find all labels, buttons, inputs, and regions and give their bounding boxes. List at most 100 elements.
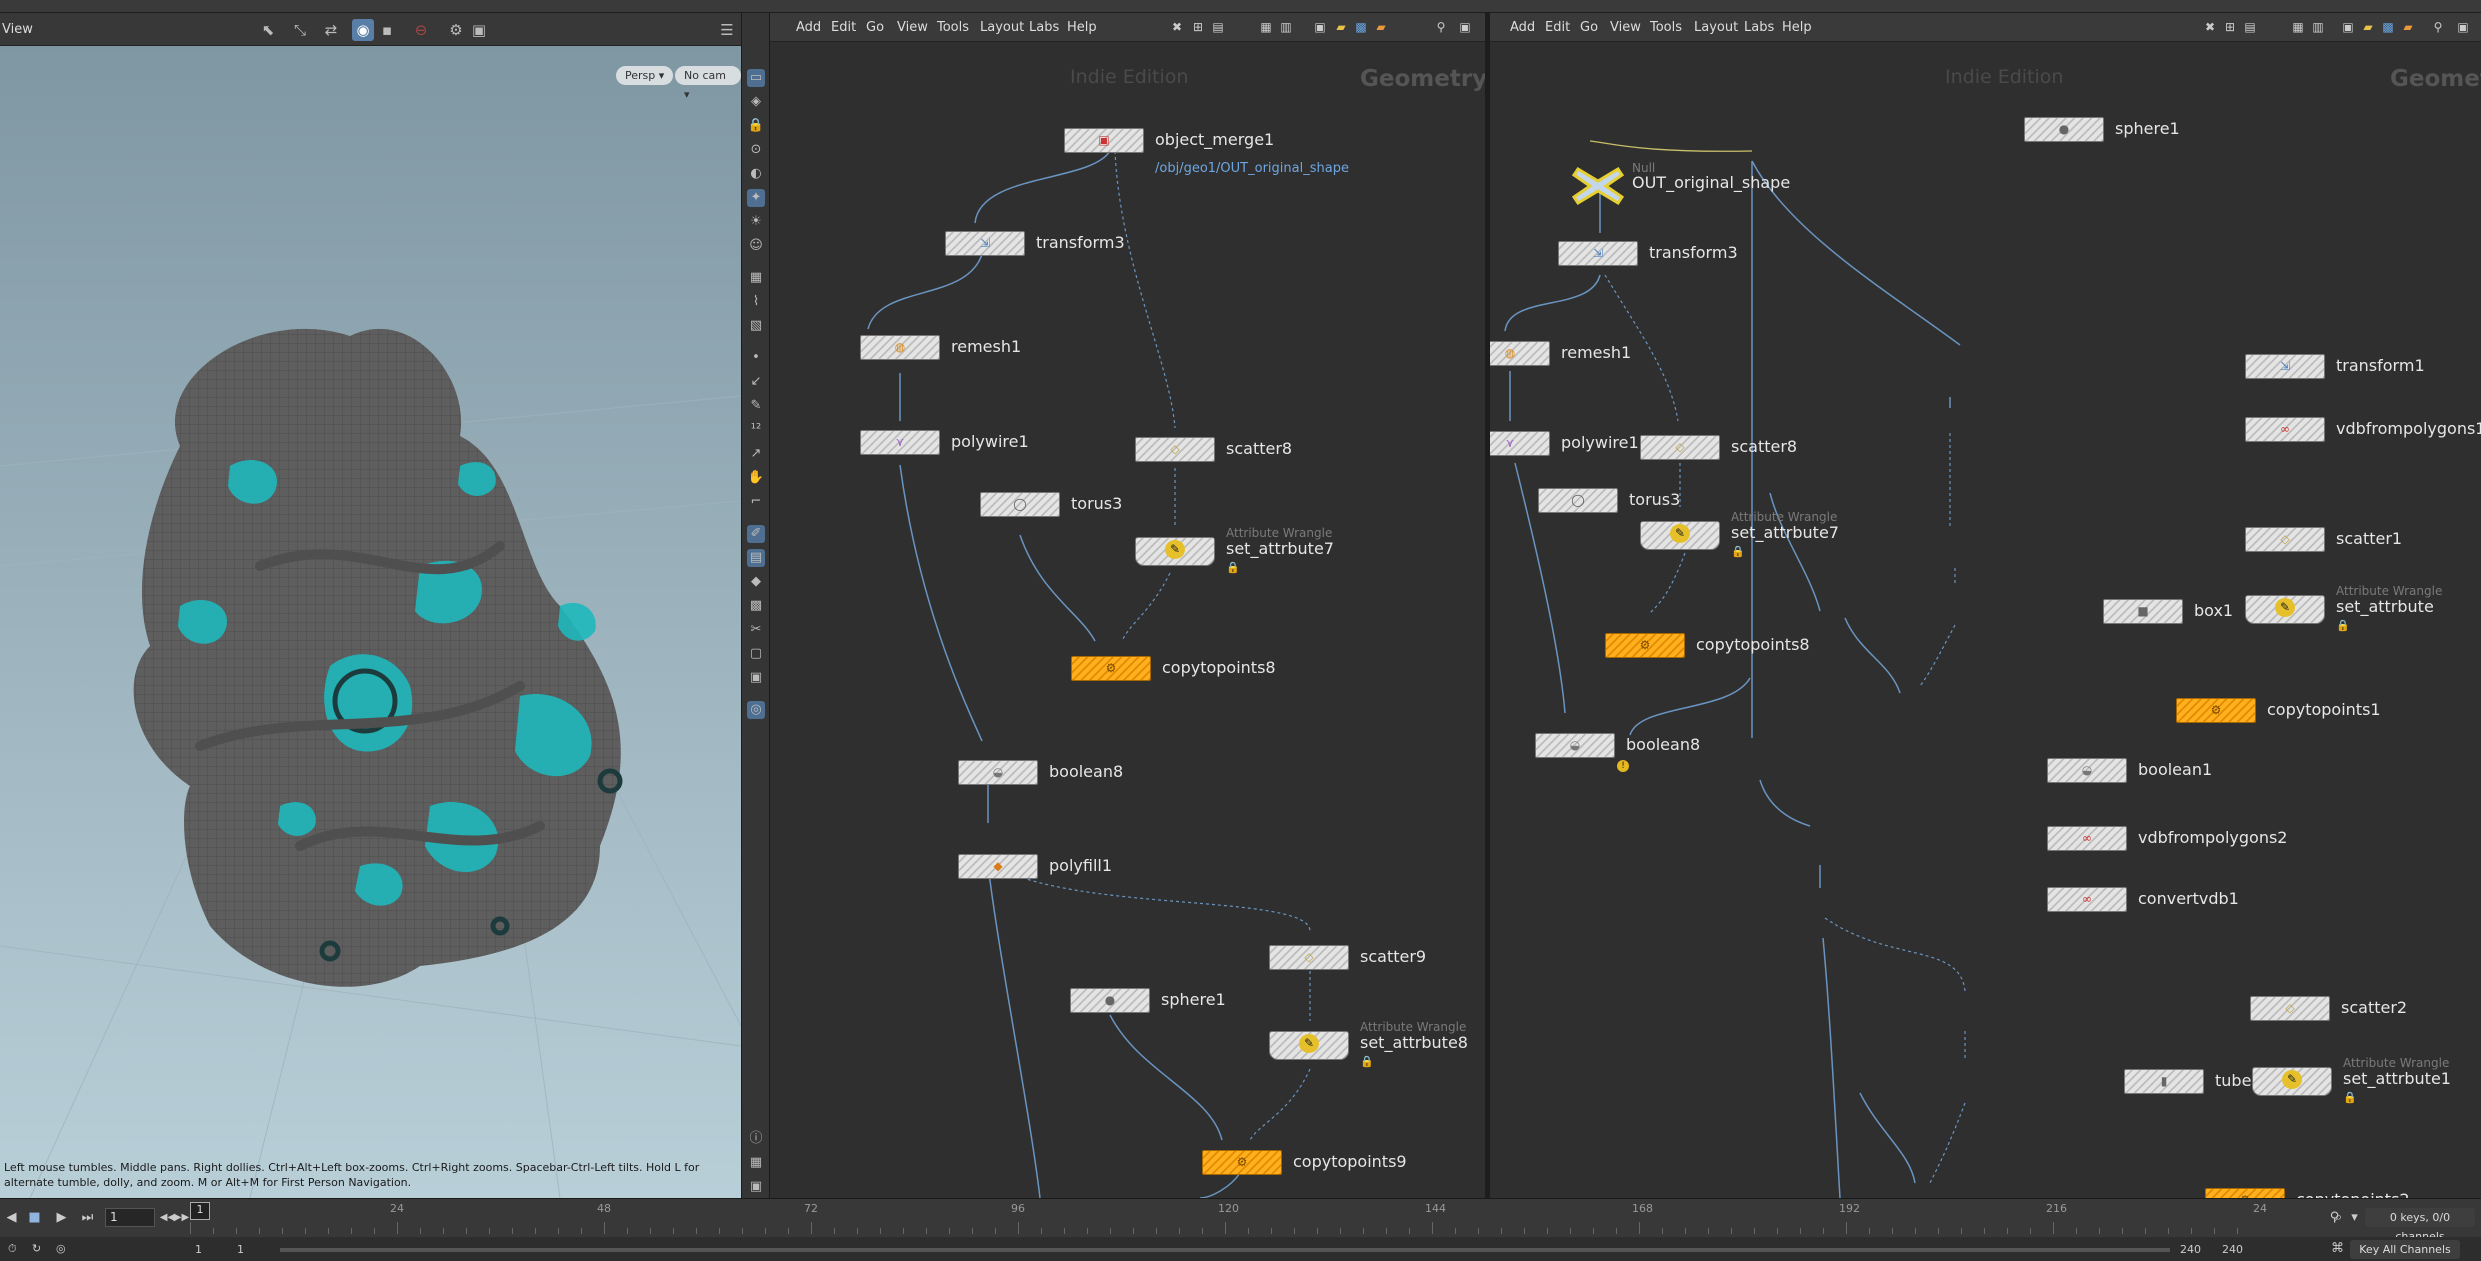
pin-icon[interactable]: ✦ — [747, 189, 765, 207]
rotate-tool-icon[interactable]: ⇄ — [320, 19, 342, 41]
ruler-tick — [2007, 1228, 2008, 1234]
measure-icon[interactable]: ✂ — [747, 621, 765, 639]
visibility-icon[interactable]: ◎ — [747, 701, 765, 719]
end-frame-2[interactable]: 240 — [2222, 1243, 2243, 1256]
ruler-tick — [1501, 1228, 1502, 1234]
ruler-tick — [880, 1228, 881, 1234]
step-forward-icon[interactable]: ▶▶ — [172, 1208, 191, 1227]
stop-icon[interactable]: ■ — [25, 1208, 44, 1227]
playbar: ◀ ■ ▶ ⏭ 1 ◀◀ ▶▶ 1 24 48 72 96 120 144 168 192 21… — [0, 1198, 2481, 1261]
null-icon — [1571, 166, 1625, 206]
numbers-icon[interactable]: ¹² — [747, 421, 765, 439]
light-icon[interactable]: ☀ — [747, 213, 765, 231]
brush-icon[interactable]: ✎ — [747, 397, 765, 415]
node-body[interactable] — [1490, 341, 1550, 366]
key-channels-icon[interactable]: ⌘ — [2328, 1239, 2347, 1258]
bounds-icon[interactable]: ⌐ — [747, 493, 765, 511]
camera-dropdown[interactable]: No cam ▾ — [675, 66, 741, 101]
node-label: set_attrbute7 — [1226, 539, 1334, 558]
ruler-label: 168 — [1632, 1202, 1653, 1215]
loop-icon[interactable]: ↻ — [32, 1242, 41, 1255]
select-tool-icon[interactable]: ⬉ — [257, 19, 279, 41]
frame-marker[interactable]: 1 — [190, 1202, 210, 1220]
object-merge-icon: ▣ — [1098, 133, 1110, 147]
image-icon[interactable]: ▩ — [747, 597, 765, 615]
primitive-icon[interactable]: ▦ — [747, 269, 765, 287]
end-frame[interactable]: 240 — [2180, 1243, 2201, 1256]
handle-icon[interactable]: ⚙ — [445, 19, 467, 41]
display-options-icon[interactable]: ▣ — [468, 19, 490, 41]
timeline-ruler[interactable]: 1 24 48 72 96 120 144 168 192 216 24 — [190, 1199, 2267, 1237]
normal-icon[interactable]: ↗ — [747, 445, 765, 463]
frame-icon[interactable]: ▢ — [747, 645, 765, 663]
navigation-hint: Left mouse tumbles. Middle pans. Right d… — [4, 1161, 700, 1189]
wrangle-icon: ✎ — [2275, 598, 2295, 617]
viewport-menu-icon[interactable]: ☰ — [716, 19, 738, 41]
ruler-tick — [328, 1228, 329, 1234]
ruler-tick — [1363, 1228, 1364, 1234]
node-label: set_attrbute1 — [2343, 1069, 2451, 1088]
node-body[interactable] — [1490, 431, 1550, 456]
ruler-tick — [834, 1228, 835, 1234]
node-label: object_merge1 — [1155, 130, 1275, 149]
network-editor-left[interactable]: Add Edit Go View Tools Layout Labs Help … — [770, 13, 1485, 1198]
lock-icon[interactable]: 🔒 — [747, 117, 765, 135]
display-icon[interactable]: ◈ — [747, 93, 765, 111]
realtime-icon[interactable]: ⏱ — [8, 1242, 17, 1256]
node-label: boolean8 — [1626, 735, 1701, 754]
guide-icon[interactable]: ✐ — [747, 525, 765, 543]
ruler-tick — [558, 1228, 559, 1234]
ruler-tick — [2168, 1228, 2169, 1234]
ruler-tick — [1524, 1228, 1525, 1234]
point-icon[interactable]: • — [747, 349, 765, 367]
play-icon[interactable]: ▶ — [52, 1208, 71, 1227]
ruler-tick — [765, 1228, 766, 1234]
render-icon[interactable]: ▣ — [747, 1178, 765, 1196]
jump-end-icon[interactable]: ⏭ — [78, 1208, 97, 1227]
ruler-tick — [1340, 1228, 1341, 1234]
shading-icon[interactable]: ◐ — [747, 165, 765, 183]
move-tool-icon[interactable]: ⤡ — [289, 19, 311, 41]
network-editor-right[interactable]: Add Edit Go View Tools Layout Labs Help … — [1490, 13, 2481, 1198]
camera-icon[interactable]: ▭ — [747, 69, 765, 87]
layout-icon[interactable]: ▦ — [747, 1154, 765, 1172]
snap-icon[interactable]: ▪ — [376, 19, 398, 41]
hand-icon[interactable]: ✋ — [747, 469, 765, 487]
ghost-icon[interactable]: ☺ — [747, 237, 765, 255]
torus-icon: ◯ — [1013, 497, 1027, 511]
face-icon[interactable]: ▧ — [747, 317, 765, 335]
node-label: transform3 — [1036, 233, 1125, 252]
ruler-tick — [949, 1228, 950, 1234]
view-tool-icon[interactable]: ◉ — [352, 19, 374, 41]
ruler-tick — [1616, 1228, 1617, 1234]
lock-icon: 🔒 — [1226, 561, 1240, 574]
ruler-tick — [673, 1228, 674, 1234]
rewind-icon[interactable]: ◀ — [2, 1208, 21, 1227]
key-all-channels-button[interactable]: Key All Channels — [2350, 1240, 2460, 1259]
current-frame-field[interactable]: 1 — [105, 1208, 155, 1227]
polywire-icon: ⋎ — [1505, 436, 1515, 450]
range-icon[interactable]: ◎ — [56, 1242, 66, 1255]
vector-icon[interactable]: ↙ — [747, 373, 765, 391]
node-label: boolean8 — [1049, 762, 1124, 781]
scene-viewport[interactable]: View ⬉ ⤡ ⇄ ◉ ▪ ⊖ ⚙ ▣ ☰ Persp ▾ No cam ▾ … — [0, 13, 742, 1199]
ruler-tick — [2145, 1228, 2146, 1234]
3d-scene[interactable]: Persp ▾ No cam ▾ — [0, 46, 742, 1199]
start-frame[interactable]: 1 — [195, 1243, 202, 1256]
background-icon[interactable]: ▣ — [747, 669, 765, 687]
edge-icon[interactable]: ⌇ — [747, 293, 765, 311]
snap-grid-icon[interactable]: ⊙ — [747, 141, 765, 159]
ruler-tick — [190, 1222, 191, 1234]
range-slider[interactable] — [280, 1248, 2170, 1252]
ruler-tick — [1041, 1228, 1042, 1234]
sphere-icon: ● — [2058, 122, 2070, 136]
info-icon[interactable]: ⓘ — [747, 1130, 765, 1148]
perspective-dropdown[interactable]: Persp ▾ — [616, 66, 674, 85]
record-icon[interactable]: ⊖ — [410, 19, 432, 41]
key-icon[interactable]: ⌕ — [2329, 1208, 2348, 1227]
grid-icon[interactable]: ▤ — [747, 549, 765, 567]
start-frame-2[interactable]: 1 — [237, 1243, 244, 1256]
copy-icon: ⚙ — [1105, 661, 1117, 675]
cube-icon[interactable]: ◆ — [747, 573, 765, 591]
ruler-tick — [1915, 1228, 1916, 1234]
